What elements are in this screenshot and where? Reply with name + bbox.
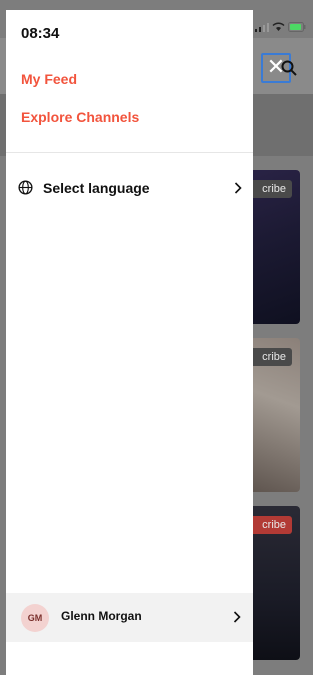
chevron-right-icon xyxy=(234,182,242,194)
select-language-row[interactable]: Select language xyxy=(18,178,242,200)
globe-icon xyxy=(18,180,33,195)
profile-row[interactable]: GM Glenn Morgan xyxy=(6,593,253,642)
status-time: 08:34 xyxy=(21,25,60,42)
menu-link-my-feed[interactable]: My Feed xyxy=(21,71,77,87)
profile-name: Glenn Morgan xyxy=(61,609,142,623)
wifi-icon xyxy=(272,22,285,31)
battery-icon xyxy=(288,22,306,32)
side-drawer: 08:34 My Feed Explore Channels Select la… xyxy=(6,10,253,675)
chevron-right-icon xyxy=(233,611,241,623)
signal-icon xyxy=(255,23,269,32)
avatar: GM xyxy=(21,604,49,632)
divider xyxy=(6,152,253,153)
menu-link-explore-channels[interactable]: Explore Channels xyxy=(21,109,139,125)
search-icon[interactable] xyxy=(281,60,297,76)
status-icons xyxy=(255,22,306,32)
select-language-label: Select language xyxy=(43,180,150,196)
